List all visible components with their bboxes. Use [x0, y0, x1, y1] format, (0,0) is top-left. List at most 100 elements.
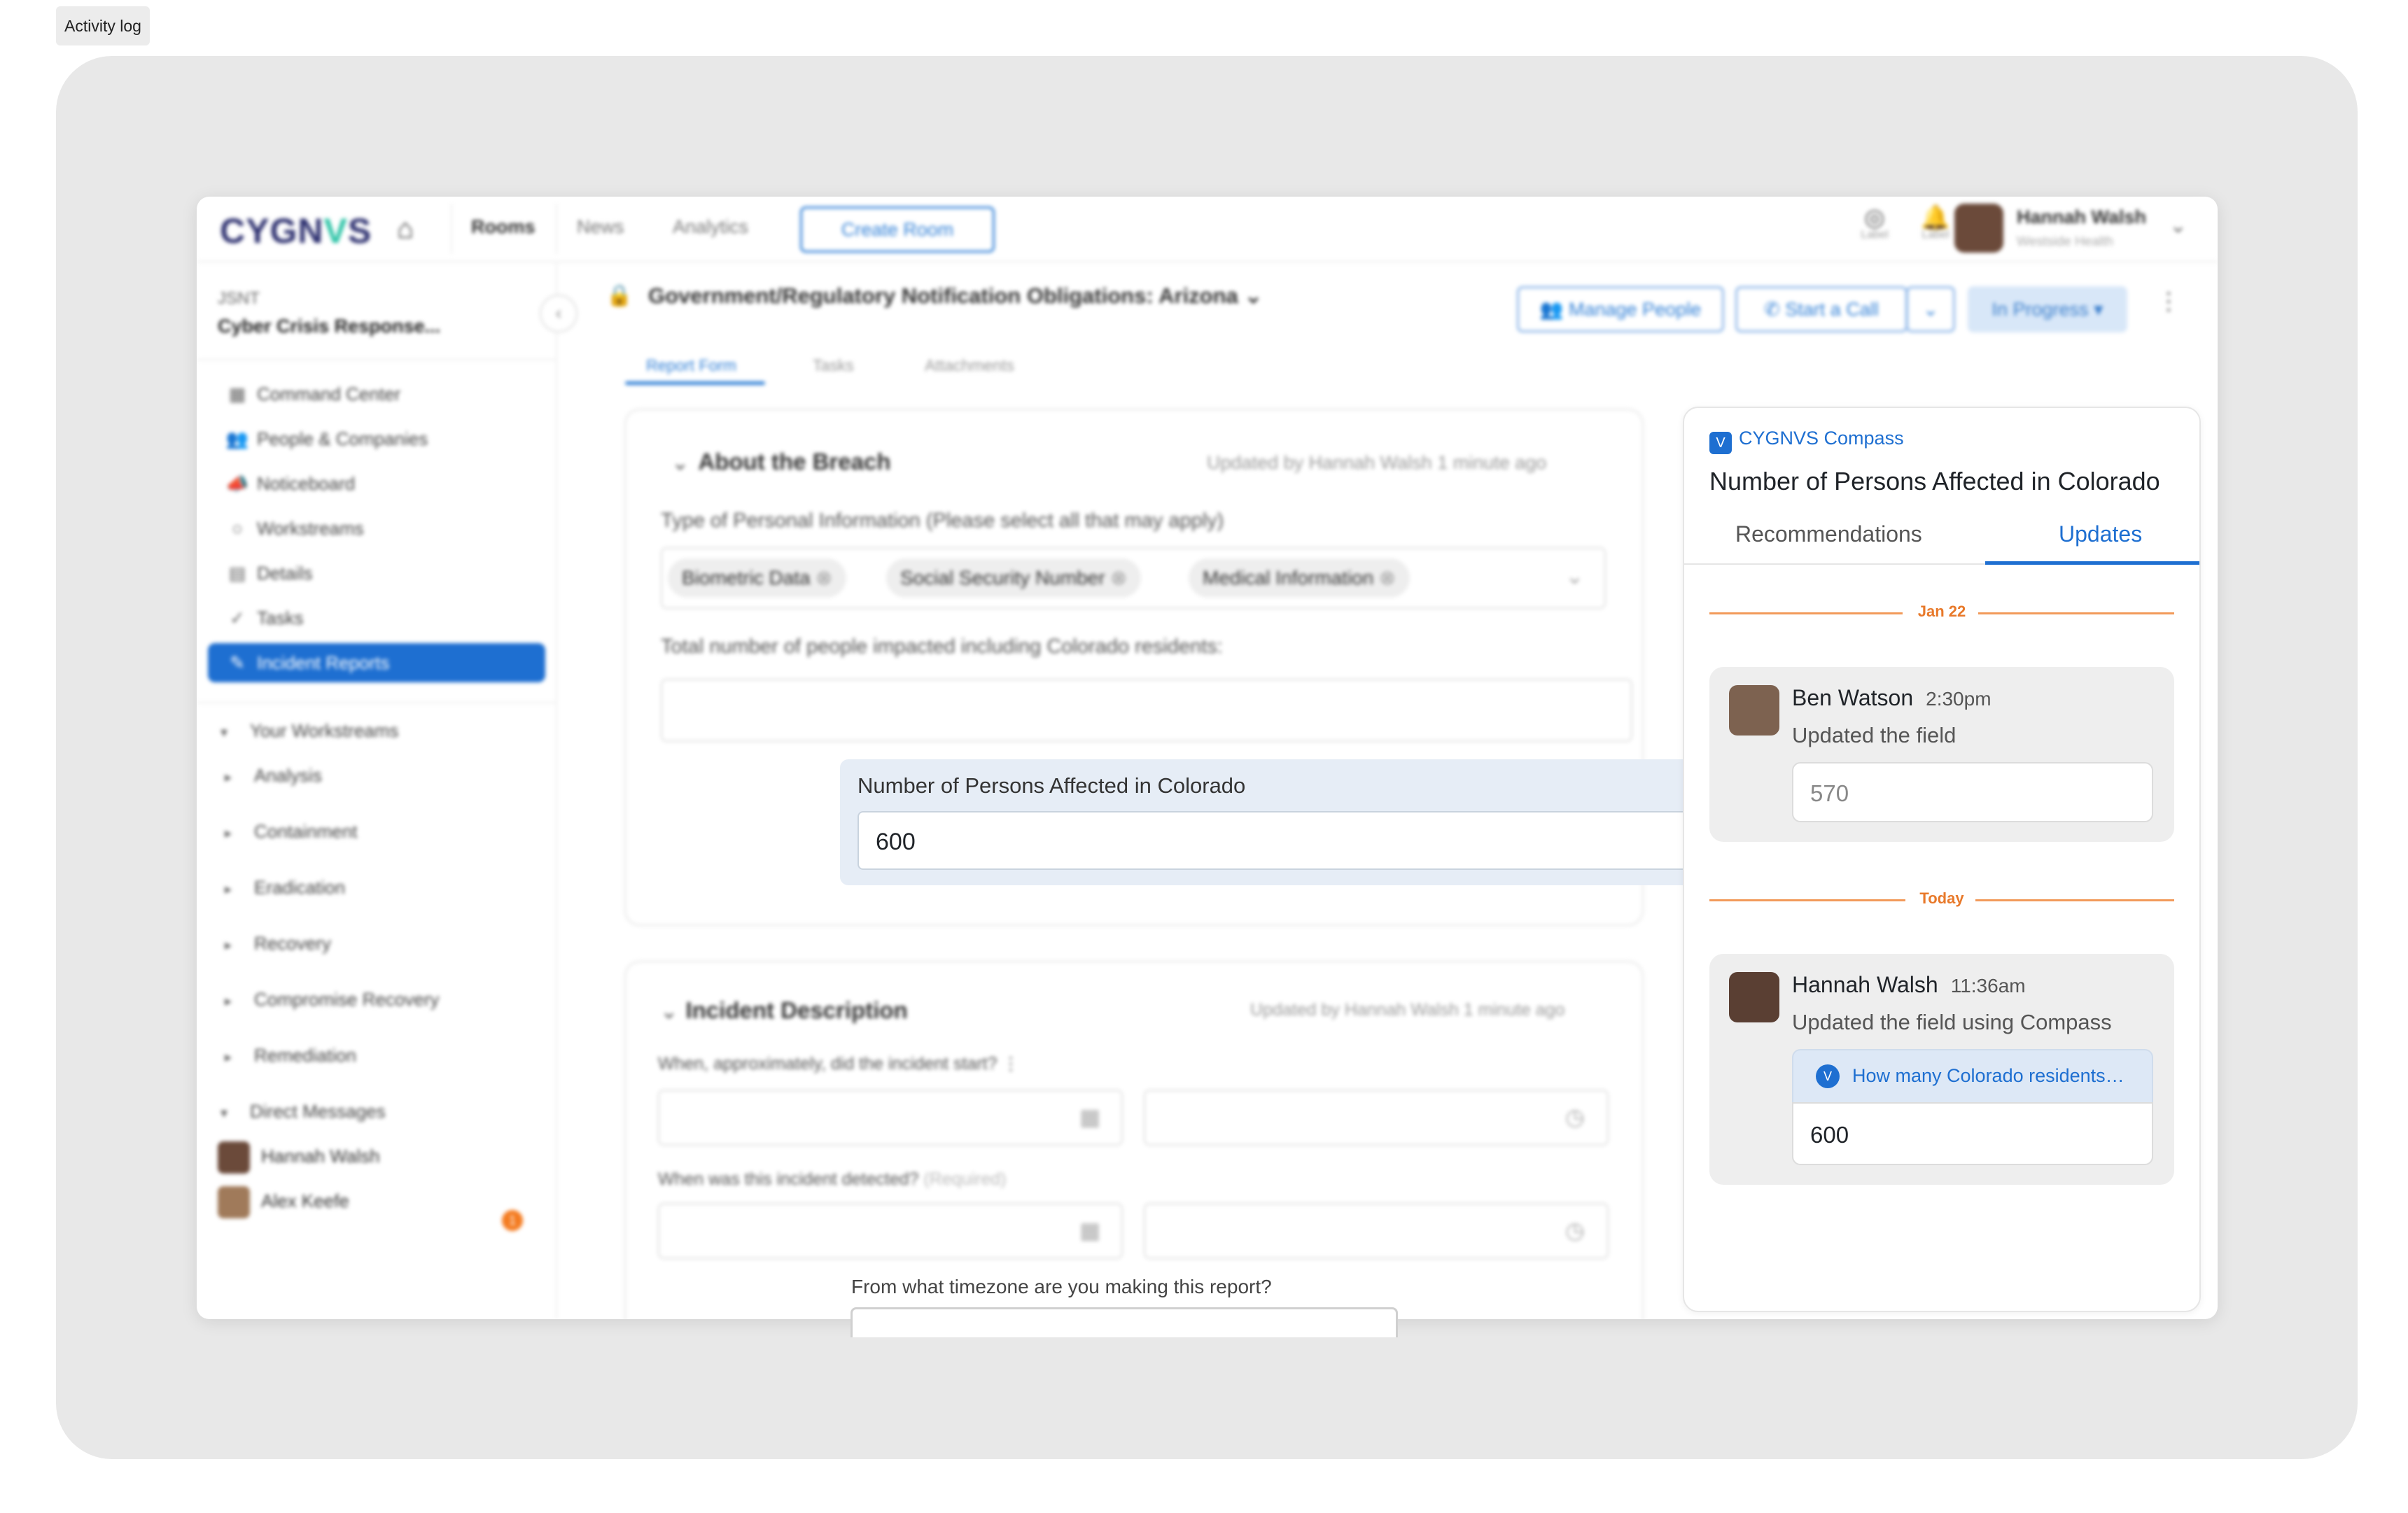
support-icon[interactable]: ◎ Label — [1854, 204, 1896, 241]
incident-start-label: When, approximately, did the incident st… — [658, 1053, 1019, 1074]
incident-detected-time[interactable]: ◷ — [1144, 1203, 1609, 1259]
report-icon: ✎ — [230, 652, 245, 673]
incident-detected-date[interactable]: ▦ — [658, 1203, 1123, 1259]
sidebar-divider — [197, 702, 556, 703]
tab-report-form[interactable]: Report Form — [646, 356, 736, 375]
chip-label: Medical Information — [1203, 567, 1374, 589]
megaphone-icon: 📣 — [225, 473, 249, 494]
nav-rooms[interactable]: Rooms — [471, 216, 536, 238]
status-dropdown[interactable]: In Progress ▾ — [1968, 286, 2127, 332]
active-tab-indicator — [625, 381, 765, 385]
caret-down-icon: ▾ — [220, 725, 228, 740]
close-icon[interactable]: ⊗ — [1379, 567, 1395, 589]
tab-attachments[interactable]: Attachments — [925, 356, 1014, 375]
workstream-eradication[interactable]: ▸ Eradication — [225, 877, 345, 899]
bell-icon-label: Label — [1921, 229, 1949, 241]
your-workstreams-label: Your Workstreams — [250, 720, 399, 741]
sidebar-item-workstreams[interactable]: ○ Workstreams — [218, 509, 523, 548]
incident-description-title[interactable]: ⌄ Incident Description — [661, 997, 908, 1024]
dm-name: Hannah Walsh — [261, 1146, 380, 1167]
collapse-sidebar-icon[interactable]: ‹ — [540, 295, 578, 332]
colorado-affected-label: Number of Persons Affected in Colorado — [858, 773, 1246, 798]
update-author-name: Ben Watson — [1792, 685, 1914, 710]
direct-messages-toggle[interactable]: ▾ Direct Messages — [220, 1101, 386, 1123]
update-author: Ben Watson 2:30pm — [1792, 685, 1991, 711]
update-author: Hannah Walsh 11:36am — [1792, 972, 2026, 998]
type-of-info-select[interactable]: Biometric Data ⊗ Social Security Number … — [661, 547, 1606, 609]
compass-logo-icon: V — [1709, 432, 1732, 454]
your-workstreams-toggle[interactable]: ▾ Your Workstreams — [220, 720, 398, 742]
top-navigation: CYGNVS ⌂ Rooms News Analytics Create Roo… — [197, 197, 2218, 262]
dm-name: Alex Keefe — [261, 1190, 349, 1211]
workstream-recovery[interactable]: ▸ Recovery — [225, 933, 331, 955]
sidebar-item-details[interactable]: ▤ Details — [218, 554, 523, 593]
workstream-label: Remediation — [254, 1045, 356, 1066]
update-description: Updated the field using Compass — [1792, 1010, 2112, 1034]
chip-ssn[interactable]: Social Security Number ⊗ — [886, 558, 1141, 598]
caret-right-icon: ▸ — [225, 882, 232, 897]
chip-biometric[interactable]: Biometric Data ⊗ — [668, 558, 846, 598]
dm-alex-keefe[interactable]: Alex Keefe — [218, 1183, 349, 1219]
timezone-input[interactable] — [850, 1307, 1398, 1337]
page-title[interactable]: Government/Regulatory Notification Oblig… — [648, 283, 1262, 309]
user-avatar[interactable] — [1954, 204, 2003, 253]
dm-hannah-walsh[interactable]: Hannah Walsh — [218, 1139, 380, 1174]
workstream-containment[interactable]: ▸ Containment — [225, 821, 357, 843]
calendar-icon[interactable]: ▦ — [1079, 1104, 1100, 1130]
sidebar-item-tasks[interactable]: ✓ Tasks — [218, 598, 523, 638]
workstream-label: Recovery — [254, 933, 331, 954]
clock-icon[interactable]: ◷ — [1565, 1104, 1585, 1130]
sidebar-item-label: People & Companies — [257, 428, 428, 449]
about-breach-title[interactable]: ⌄ About the Breach — [672, 449, 891, 475]
sidebar-item-label: Tasks — [257, 607, 304, 628]
sidebar-item-people[interactable]: 👥 People & Companies — [218, 419, 523, 458]
close-icon[interactable]: ⊗ — [816, 567, 832, 589]
workstream-analysis[interactable]: ▸ Analysis — [225, 765, 322, 787]
sidebar-item-noticeboard[interactable]: 📣 Noticeboard — [218, 464, 523, 503]
tab-tasks[interactable]: Tasks — [813, 356, 854, 375]
incident-start-text: When, approximately, did the incident st… — [658, 1054, 997, 1074]
colorado-affected-input[interactable]: 600 — [858, 811, 1821, 870]
compass-question-link[interactable]: V How many Colorado residents… — [1792, 1049, 2153, 1102]
call-options-dropdown[interactable]: ⌄ — [1906, 286, 1955, 332]
create-room-button[interactable]: Create Room — [800, 206, 995, 253]
room-name[interactable]: Cyber Crisis Response... — [218, 316, 440, 337]
tab-updates[interactable]: Updates — [2059, 521, 2142, 547]
manage-people-button[interactable]: 👥 Manage People — [1517, 286, 1724, 332]
start-call-button[interactable]: ✆ Start a Call — [1735, 286, 1907, 332]
chevron-down-icon: ⌄ — [672, 452, 689, 474]
close-icon[interactable]: ⊗ — [1110, 567, 1126, 589]
nav-news[interactable]: News — [577, 216, 624, 238]
sidebar: JSNT Cyber Crisis Response... ▦ Command C… — [197, 261, 557, 1319]
people-icon: 👥 — [225, 428, 249, 449]
type-of-info-label: Type of Personal Information (Please sel… — [661, 509, 1224, 532]
home-icon[interactable]: ⌂ — [397, 213, 414, 245]
incident-detected-label: When was this incident detected? (Requir… — [658, 1169, 1007, 1190]
avatar — [1729, 972, 1779, 1022]
chevron-down-icon[interactable]: ⌄ — [1565, 563, 1584, 589]
tab-recommendations[interactable]: Recommendations — [1735, 521, 1922, 547]
chip-medical[interactable]: Medical Information ⊗ — [1189, 558, 1410, 598]
workstream-remediation[interactable]: ▸ Remediation — [225, 1045, 356, 1067]
more-options-icon[interactable]: ⋮ — [2157, 288, 2180, 316]
date-label: Jan 22 — [1917, 603, 1966, 620]
sidebar-item-incident-reports[interactable]: ✎ Incident Reports — [208, 643, 545, 682]
incident-start-time[interactable]: ◷ — [1144, 1090, 1609, 1146]
nav-analytics[interactable]: Analytics — [673, 216, 748, 238]
clock-icon[interactable]: ◷ — [1565, 1217, 1585, 1244]
nav-divider — [451, 204, 452, 254]
logo-text-suffix: S — [347, 211, 372, 251]
workstream-label: Eradication — [254, 877, 346, 898]
incident-start-date[interactable]: ▦ — [658, 1090, 1123, 1146]
chevron-down-icon[interactable]: ⌄ — [2169, 213, 2187, 238]
info-icon[interactable]: ⋮ — [1002, 1054, 1019, 1074]
sidebar-item-command-center[interactable]: ▦ Command Center — [218, 374, 523, 414]
cygnvs-logo[interactable]: CYGNVS — [220, 211, 372, 251]
support-icon-label: Label — [1861, 229, 1889, 241]
bell-icon[interactable]: 🔔 Label — [1914, 204, 1956, 241]
avatar — [218, 1186, 250, 1219]
calendar-icon[interactable]: ▦ — [1079, 1217, 1100, 1244]
total-impacted-input[interactable] — [661, 679, 1632, 742]
chevron-down-icon: ⌄ — [661, 1001, 678, 1022]
workstream-compromise-recovery[interactable]: ▸ Compromise Recovery — [225, 989, 439, 1011]
